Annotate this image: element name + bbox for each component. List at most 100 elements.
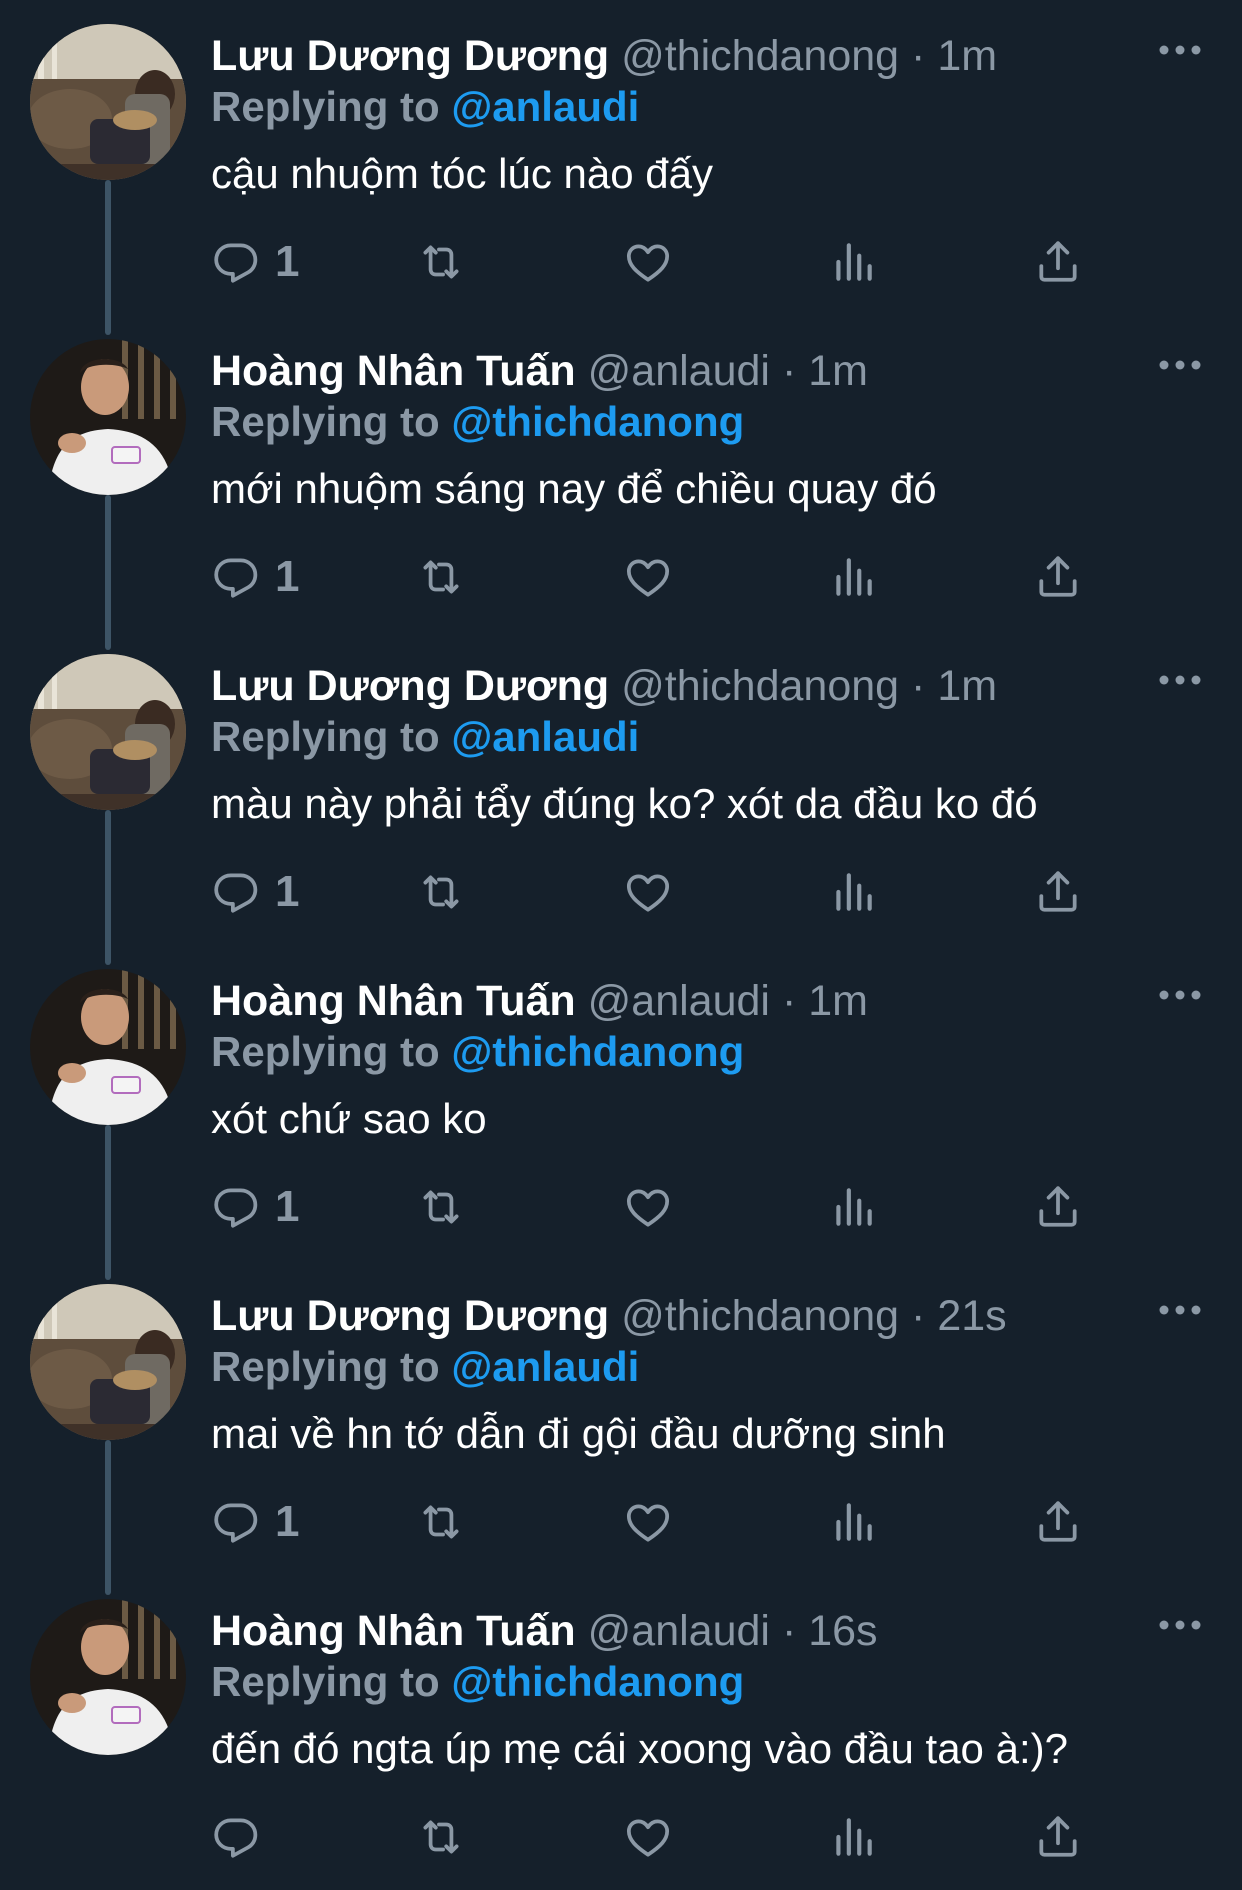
tweet-actions: 1 xyxy=(211,549,1111,605)
like-button[interactable] xyxy=(623,1179,673,1235)
views-icon xyxy=(828,552,878,602)
avatar-hoang-nhan-tuan[interactable] xyxy=(30,969,186,1125)
like-button[interactable] xyxy=(623,234,673,290)
avatar-hoang-nhan-tuan[interactable] xyxy=(30,1599,186,1755)
tweet-header: Hoàng Nhân Tuấn @anlaudi · 16s xyxy=(211,1605,878,1657)
user-handle[interactable]: @anlaudi xyxy=(588,347,770,395)
reply-button[interactable] xyxy=(211,1809,275,1865)
views-button[interactable] xyxy=(828,1179,878,1235)
tweet[interactable]: Lưu Dương Dương @thichdanong · 1m Replyi… xyxy=(0,0,1242,335)
tweet-header: Hoàng Nhân Tuấn @anlaudi · 1m xyxy=(211,975,868,1027)
mention-link[interactable]: @thichdanong xyxy=(451,398,744,445)
mention-link[interactable]: @thichdanong xyxy=(451,1028,744,1075)
reply-button[interactable]: 1 xyxy=(211,864,299,920)
retweet-button[interactable] xyxy=(416,549,466,605)
mention-link[interactable]: @anlaudi xyxy=(451,83,639,130)
tweet[interactable]: Hoàng Nhân Tuấn @anlaudi · 1m Replying t… xyxy=(0,315,1242,650)
tweet-actions: 1 xyxy=(211,1494,1111,1550)
reply-icon xyxy=(211,1182,261,1232)
reply-button[interactable]: 1 xyxy=(211,234,299,290)
like-button[interactable] xyxy=(623,1809,673,1865)
retweet-button[interactable] xyxy=(416,1179,466,1235)
user-handle[interactable]: @thichdanong xyxy=(621,32,899,80)
display-name[interactable]: Hoàng Nhân Tuấn xyxy=(211,1607,576,1655)
like-button[interactable] xyxy=(623,864,673,920)
more-horizontal-icon[interactable] xyxy=(1150,973,1210,1017)
retweet-button[interactable] xyxy=(416,234,466,290)
more-horizontal-icon[interactable] xyxy=(1150,658,1210,702)
share-button[interactable] xyxy=(1033,1809,1083,1865)
more-horizontal-icon[interactable] xyxy=(1150,343,1210,387)
user-handle[interactable]: @thichdanong xyxy=(621,662,899,710)
like-button[interactable] xyxy=(623,1494,673,1550)
like-icon xyxy=(623,1182,673,1232)
views-icon xyxy=(828,237,878,287)
views-button[interactable] xyxy=(828,234,878,290)
separator-dot: · xyxy=(911,1292,926,1340)
share-button[interactable] xyxy=(1033,1179,1083,1235)
avatar-luu-duong-duong[interactable] xyxy=(30,1284,186,1440)
tweet[interactable]: Hoàng Nhân Tuấn @anlaudi · 1m Replying t… xyxy=(0,945,1242,1280)
timestamp[interactable]: 1m xyxy=(808,347,868,395)
display-name[interactable]: Lưu Dương Dương xyxy=(211,1292,609,1340)
retweet-icon xyxy=(416,552,466,602)
user-handle[interactable]: @anlaudi xyxy=(588,1607,770,1655)
reply-icon xyxy=(211,1497,261,1547)
reply-icon xyxy=(211,1812,261,1862)
thread-connector xyxy=(105,1125,111,1280)
tweet-actions: 1 xyxy=(211,864,1111,920)
replying-to: Replying to @anlaudi xyxy=(211,82,639,132)
timestamp[interactable]: 16s xyxy=(808,1607,877,1655)
mention-link[interactable]: @thichdanong xyxy=(451,1658,744,1705)
reply-button[interactable]: 1 xyxy=(211,1494,299,1550)
retweet-button[interactable] xyxy=(416,864,466,920)
reply-count: 1 xyxy=(275,1182,300,1231)
user-handle[interactable]: @thichdanong xyxy=(621,1292,899,1340)
share-icon xyxy=(1033,237,1083,287)
display-name[interactable]: Hoàng Nhân Tuấn xyxy=(211,347,576,395)
retweet-button[interactable] xyxy=(416,1809,466,1865)
timestamp[interactable]: 21s xyxy=(937,1292,1006,1340)
views-button[interactable] xyxy=(828,864,878,920)
share-button[interactable] xyxy=(1033,864,1083,920)
display-name[interactable]: Lưu Dương Dương xyxy=(211,32,609,80)
share-button[interactable] xyxy=(1033,234,1083,290)
reply-button[interactable]: 1 xyxy=(211,1179,299,1235)
tweet[interactable]: Hoàng Nhân Tuấn @anlaudi · 16s Replying … xyxy=(0,1575,1242,1890)
user-handle[interactable]: @anlaudi xyxy=(588,977,770,1025)
separator-dot: · xyxy=(911,662,926,710)
display-name[interactable]: Lưu Dương Dương xyxy=(211,662,609,710)
timestamp[interactable]: 1m xyxy=(937,32,997,80)
tweet[interactable]: Lưu Dương Dương @thichdanong · 1m Replyi… xyxy=(0,630,1242,965)
share-button[interactable] xyxy=(1033,549,1083,605)
replying-to-label: Replying to xyxy=(211,713,440,760)
replying-to-label: Replying to xyxy=(211,1658,440,1705)
views-button[interactable] xyxy=(828,1809,878,1865)
separator-dot: · xyxy=(781,1607,797,1655)
retweet-button[interactable] xyxy=(416,1494,466,1550)
views-icon xyxy=(828,1812,878,1862)
mention-link[interactable]: @anlaudi xyxy=(451,713,639,760)
share-button[interactable] xyxy=(1033,1494,1083,1550)
views-button[interactable] xyxy=(828,549,878,605)
avatar-luu-duong-duong[interactable] xyxy=(30,24,186,180)
replying-to-label: Replying to xyxy=(211,1028,440,1075)
replying-to: Replying to @thichdanong xyxy=(211,1657,744,1707)
like-icon xyxy=(623,552,673,602)
like-button[interactable] xyxy=(623,549,673,605)
tweet-text: cậu nhuộm tóc lúc nào đấy xyxy=(211,150,713,197)
more-horizontal-icon[interactable] xyxy=(1150,28,1210,72)
timestamp[interactable]: 1m xyxy=(808,977,868,1025)
reply-button[interactable]: 1 xyxy=(211,549,299,605)
timestamp[interactable]: 1m xyxy=(937,662,997,710)
views-button[interactable] xyxy=(828,1494,878,1550)
more-horizontal-icon[interactable] xyxy=(1150,1603,1210,1647)
avatar-luu-duong-duong[interactable] xyxy=(30,654,186,810)
avatar-hoang-nhan-tuan[interactable] xyxy=(30,339,186,495)
mention-link[interactable]: @anlaudi xyxy=(451,1343,639,1390)
more-horizontal-icon[interactable] xyxy=(1150,1288,1210,1332)
retweet-icon xyxy=(416,867,466,917)
display-name[interactable]: Hoàng Nhân Tuấn xyxy=(211,977,576,1025)
tweet[interactable]: Lưu Dương Dương @thichdanong · 21s Reply… xyxy=(0,1260,1242,1595)
replying-to-label: Replying to xyxy=(211,398,440,445)
